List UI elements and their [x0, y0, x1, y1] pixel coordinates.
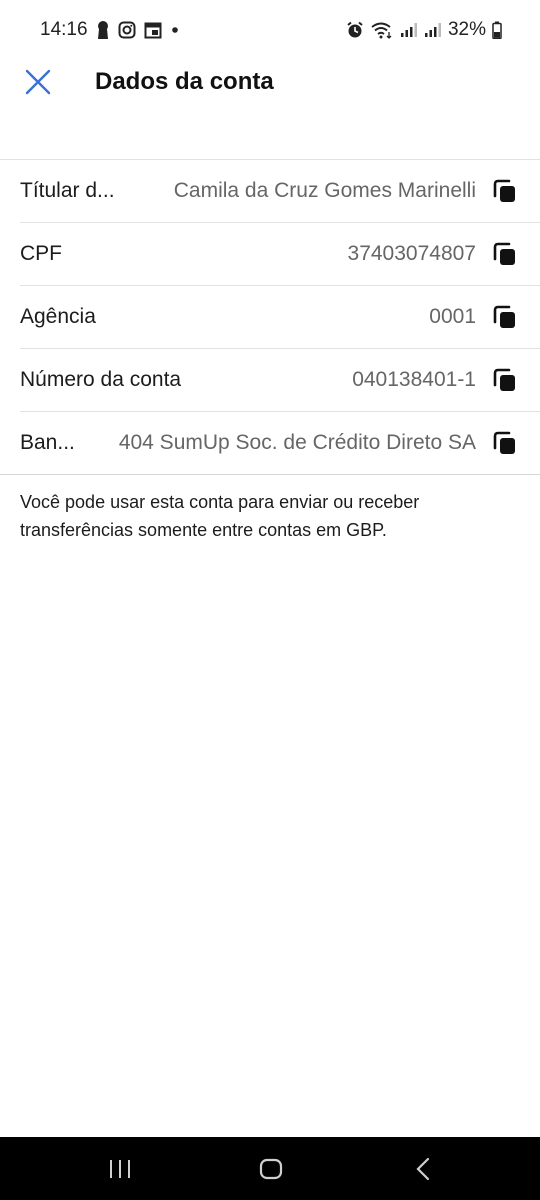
recents-icon	[110, 1160, 130, 1178]
account-details-list: Títular d... Camila da Cruz Gomes Marine…	[20, 160, 540, 474]
close-icon	[25, 69, 51, 95]
detail-row-agency: Agência 0001	[20, 286, 540, 349]
info-text: Você pode usar esta conta para enviar ou…	[20, 492, 420, 540]
back-icon	[416, 1157, 430, 1181]
row-value: 040138401-1	[352, 368, 476, 391]
detail-row-bank: Ban... 404 SumUp Soc. de Crédito Direto …	[20, 412, 540, 474]
row-value: 0001	[429, 305, 476, 328]
detail-row-cpf: CPF 37403074807	[20, 223, 540, 286]
app-header: Dados da conta	[0, 62, 540, 158]
home-icon	[259, 1158, 283, 1180]
copy-icon	[493, 242, 515, 265]
signal-icon	[424, 22, 442, 38]
detail-row-holder: Títular d... Camila da Cruz Gomes Marine…	[20, 160, 540, 223]
battery-icon	[492, 21, 502, 39]
recents-button[interactable]	[104, 1155, 136, 1183]
row-value: Camila da Cruz Gomes Marinelli	[173, 179, 476, 202]
copy-icon	[493, 305, 515, 328]
detail-row-account-number: Número da conta 040138401-1	[20, 349, 540, 412]
status-bar: 14:16 32%	[0, 0, 540, 62]
page-title: Dados da conta	[95, 68, 274, 95]
close-button[interactable]	[20, 64, 56, 100]
row-label: Títular d...	[20, 179, 115, 202]
row-value: 404 SumUp Soc. de Crédito Direto SA	[118, 431, 476, 454]
keyhole-icon	[96, 20, 110, 40]
system-nav-bar	[0, 1137, 540, 1200]
row-value: 37403074807	[347, 242, 476, 265]
row-label: Agência	[20, 305, 96, 328]
copy-icon	[493, 179, 515, 202]
copy-icon	[493, 368, 515, 391]
status-bar-left: 14:16	[40, 19, 180, 41]
row-label: Ban...	[20, 431, 75, 454]
calendar-icon	[144, 21, 162, 39]
divider	[0, 474, 540, 475]
row-label: CPF	[20, 242, 62, 265]
copy-button[interactable]	[490, 429, 518, 457]
status-bar-right: 32%	[346, 19, 502, 41]
back-button[interactable]	[408, 1155, 438, 1183]
copy-icon	[493, 431, 515, 454]
row-label: Número da conta	[20, 368, 182, 391]
copy-button[interactable]	[490, 366, 518, 394]
status-time: 14:16	[40, 19, 88, 40]
copy-button[interactable]	[490, 303, 518, 331]
wifi-icon	[370, 21, 394, 39]
signal-icon	[400, 22, 418, 38]
alarm-icon	[346, 21, 364, 39]
battery-percent: 32%	[447, 19, 486, 40]
copy-button[interactable]	[490, 240, 518, 268]
dot-icon	[170, 25, 180, 35]
copy-button[interactable]	[490, 177, 518, 205]
instagram-icon	[118, 21, 136, 39]
home-button[interactable]	[256, 1155, 286, 1183]
